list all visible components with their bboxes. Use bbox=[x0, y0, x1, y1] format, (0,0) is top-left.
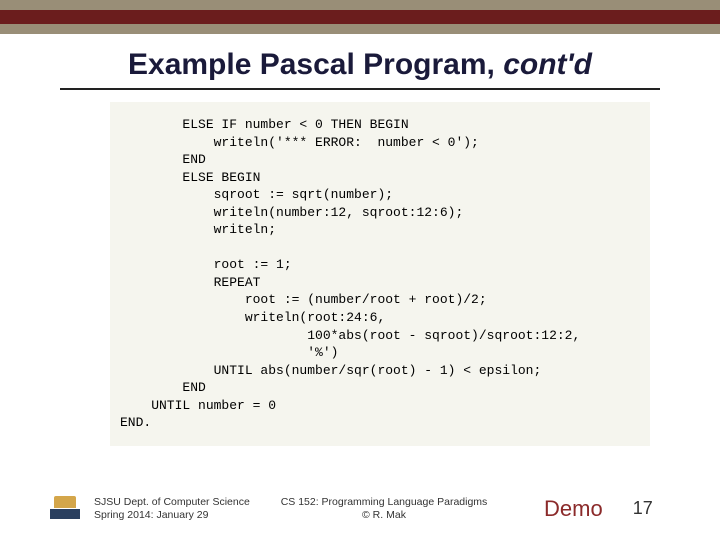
code-block: ELSE IF number < 0 THEN BEGIN writeln('*… bbox=[110, 102, 650, 446]
footer-course: CS 152: Programming Language Paradigms ©… bbox=[274, 496, 494, 522]
demo-label: Demo bbox=[544, 496, 603, 522]
footer-dept: SJSU Dept. of Computer Science Spring 20… bbox=[94, 496, 274, 522]
title-main: Example Pascal Program, bbox=[128, 48, 503, 81]
decorative-top-bars bbox=[0, 0, 720, 34]
page-number: 17 bbox=[633, 498, 653, 519]
title-underline bbox=[60, 88, 660, 90]
course-line2: © R. Mak bbox=[274, 509, 494, 522]
dept-line2: Spring 2014: January 29 bbox=[94, 509, 274, 522]
sjsu-logo bbox=[50, 496, 80, 522]
dept-line1: SJSU Dept. of Computer Science bbox=[94, 496, 274, 509]
course-line1: CS 152: Programming Language Paradigms bbox=[274, 496, 494, 509]
bar-tan-bottom bbox=[0, 24, 720, 34]
slide-title: Example Pascal Program, cont'd bbox=[0, 48, 720, 82]
bar-tan-top bbox=[0, 0, 720, 10]
bar-maroon bbox=[0, 10, 720, 24]
logo-top-icon bbox=[54, 496, 76, 508]
title-contd: cont'd bbox=[503, 48, 592, 81]
footer: SJSU Dept. of Computer Science Spring 20… bbox=[0, 496, 720, 522]
logo-bottom-bar bbox=[50, 509, 80, 519]
